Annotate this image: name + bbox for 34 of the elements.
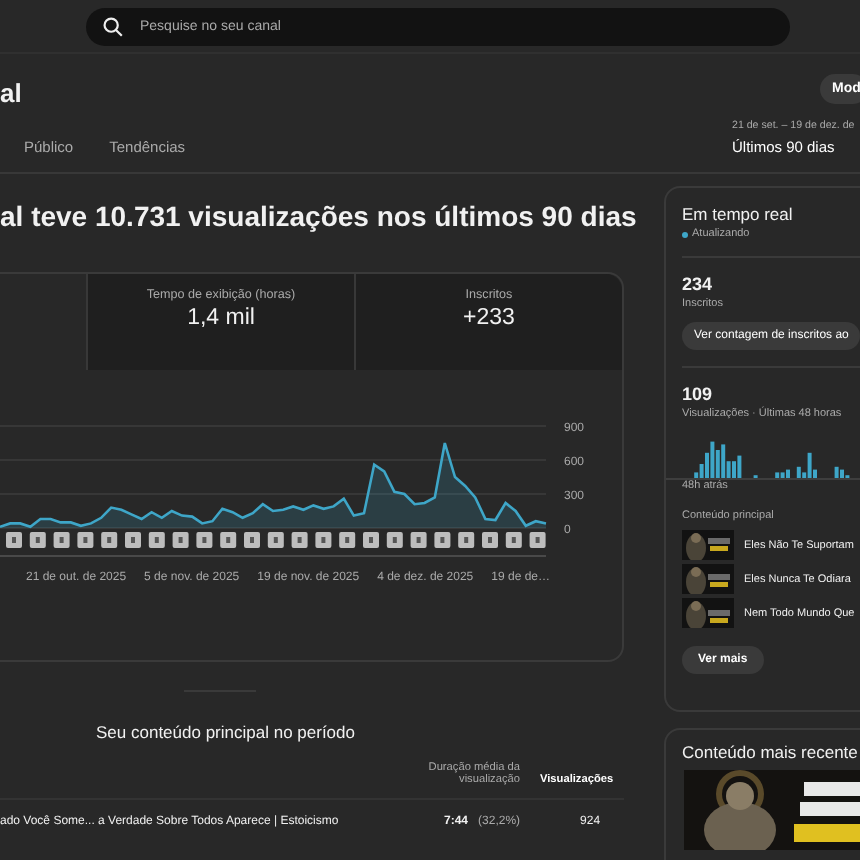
video-marker-icon[interactable] [53,531,70,547]
video-marker-icon[interactable] [386,531,403,547]
card-title: Conteúdo mais recente [682,742,858,762]
video-marker-icon[interactable] [172,531,189,547]
headline: al teve 10.731 visualizações nos últimos 90 dias [0,200,637,235]
video-marker-icon[interactable] [148,531,165,547]
section-title: Seu conteúdo principal no período [96,721,357,741]
metric-value: +233 [463,305,515,329]
video-marker-icon[interactable] [315,531,332,547]
video-marker-icon[interactable] [196,531,213,547]
video-marker-icon[interactable] [458,531,475,547]
video-marker-icon[interactable] [434,531,451,547]
video-marker-icon[interactable] [29,531,46,547]
video-marker-icon[interactable] [482,531,498,547]
subscriber-count: 234 [682,274,713,294]
card-title: Em tempo real [682,204,793,224]
video-marker-icon[interactable] [529,531,546,547]
video-marker-icon[interactable] [6,531,22,547]
video-marker-icon[interactable] [267,531,284,547]
status-dot [682,231,688,237]
views-count: 109 [682,384,713,404]
search-icon [102,15,124,37]
page-title: al [0,78,24,108]
video-marker-icon[interactable] [505,531,522,547]
video-marker-icon[interactable] [339,531,356,547]
video-marker-icon[interactable] [291,531,308,547]
video-marker-icon[interactable] [410,531,427,547]
video-marker-icon[interactable] [220,531,237,547]
video-marker-icon[interactable] [125,531,141,547]
video-marker-icon[interactable] [101,531,118,547]
video-marker-icon[interactable] [77,531,94,547]
video-marker-icon[interactable] [244,531,260,547]
video-marker-icon[interactable] [363,531,379,547]
metric-value: 1,4 mil [187,305,255,329]
